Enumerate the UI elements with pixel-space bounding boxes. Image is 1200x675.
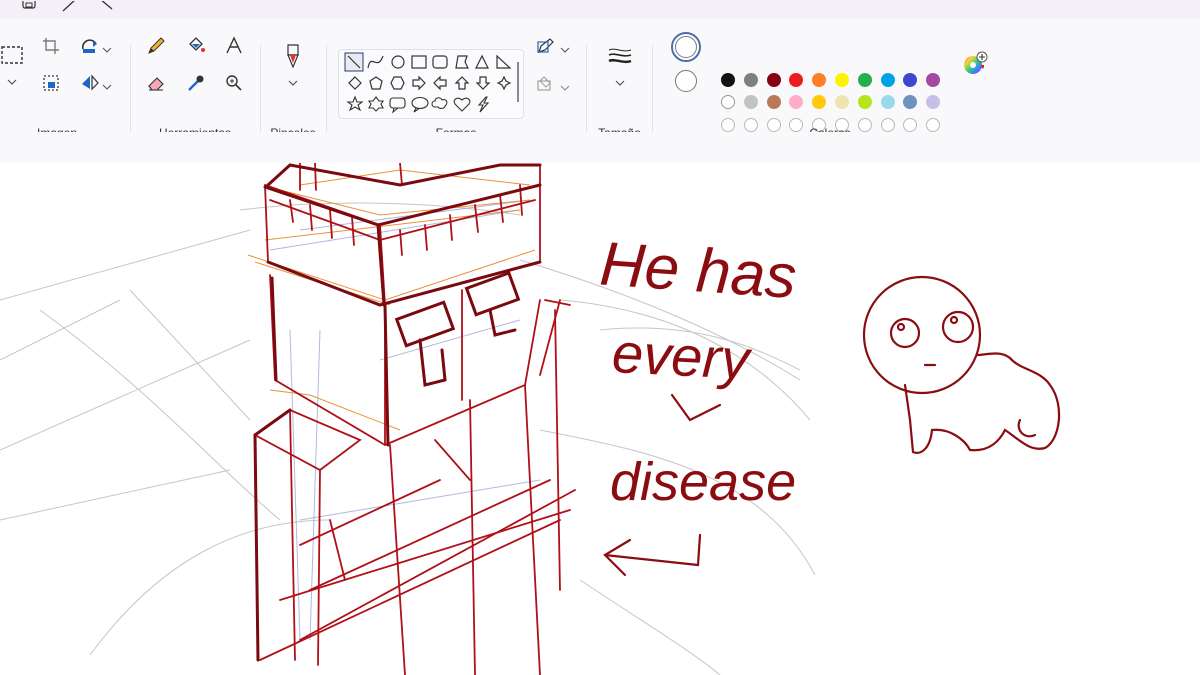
shape-right-arrow-icon[interactable]: [412, 75, 426, 91]
crop-icon[interactable]: [42, 37, 60, 55]
shape-rounded-callout-icon[interactable]: [389, 97, 406, 114]
sketch-blue-lines: [269, 199, 541, 641]
select-chevron-down-icon[interactable]: [6, 74, 18, 85]
eraser-icon[interactable]: [146, 73, 166, 93]
group-divider: [326, 45, 327, 145]
title-bar: [0, 0, 1200, 19]
color-swatch[interactable]: [721, 73, 735, 87]
color-swatch[interactable]: [743, 73, 758, 87]
size-icon[interactable]: [607, 47, 633, 67]
edit-colors-icon[interactable]: [962, 51, 988, 77]
color-swatch[interactable]: [835, 73, 849, 87]
color-swatch[interactable]: [766, 95, 781, 109]
shape-pentagon-icon[interactable]: [369, 76, 383, 90]
color-swatch[interactable]: [926, 73, 941, 87]
select-icon[interactable]: [0, 45, 26, 67]
rotate-icon[interactable]: [80, 37, 100, 55]
group-divider: [260, 45, 261, 145]
color-swatch[interactable]: [743, 95, 758, 109]
color-swatch[interactable]: [812, 73, 827, 87]
shape-diamond-icon[interactable]: [348, 76, 362, 90]
secondary-color-slot[interactable]: [675, 70, 697, 92]
shape-six-point-star-icon[interactable]: [367, 96, 385, 112]
shape-lightning-icon[interactable]: [477, 96, 490, 113]
handwriting-line-3: disease: [610, 452, 796, 512]
shape-cloud-callout-icon[interactable]: [431, 97, 448, 109]
handwritten-annotation: He has every disease: [598, 230, 799, 512]
shape-up-arrow-icon[interactable]: [454, 76, 470, 90]
drawing-canvas[interactable]: He has every disease: [0, 163, 1200, 675]
shape-hexagon-icon[interactable]: [390, 76, 405, 90]
color-swatch[interactable]: [835, 95, 849, 109]
custom-color-slot[interactable]: [721, 118, 735, 132]
shape-down-arrow-icon[interactable]: [475, 76, 491, 90]
shape-curve-icon[interactable]: [367, 55, 384, 69]
magnifier-icon[interactable]: [224, 73, 244, 93]
save-icon[interactable]: [18, 0, 40, 12]
shape-polygon-icon[interactable]: [455, 55, 469, 69]
size-chevron-down-icon[interactable]: [614, 75, 626, 86]
shape-rectangle-icon[interactable]: [411, 55, 427, 69]
color-swatch[interactable]: [857, 95, 872, 109]
brush-chevron-down-icon[interactable]: [287, 75, 299, 86]
custom-color-slot[interactable]: [743, 118, 758, 132]
shapes-scrollbar[interactable]: [517, 62, 519, 102]
handwriting-line-1: He has: [598, 230, 799, 313]
shape-triangle-icon[interactable]: [475, 54, 489, 69]
creeper-sketch: [253, 163, 576, 675]
flip-icon[interactable]: [80, 74, 100, 92]
shape-heart-icon[interactable]: [453, 97, 471, 112]
group-divider: [652, 45, 653, 145]
canvas-top-bar: [0, 132, 1200, 164]
resize-icon[interactable]: [42, 74, 60, 92]
color-swatch[interactable]: [789, 73, 804, 87]
outline-icon[interactable]: [536, 37, 556, 55]
color-swatch[interactable]: [903, 95, 918, 109]
color-swatch[interactable]: [880, 73, 895, 87]
shape-oval-icon[interactable]: [391, 55, 405, 69]
color-swatch[interactable]: [857, 73, 872, 87]
shape-left-arrow-icon[interactable]: [433, 75, 447, 91]
creature-doodle: [862, 275, 1061, 454]
custom-color-slot[interactable]: [880, 118, 895, 132]
shape-oval-callout-icon[interactable]: [411, 96, 429, 113]
color-swatch[interactable]: [766, 73, 781, 87]
handwriting-line-2: every: [611, 321, 754, 391]
brush-icon[interactable]: [282, 43, 304, 69]
fill-bucket-icon[interactable]: [186, 36, 206, 56]
primary-color-slot[interactable]: [671, 32, 701, 62]
canvas-drawing: He has every disease: [0, 163, 1061, 675]
shape-five-point-star-icon[interactable]: [346, 95, 364, 112]
shape-line-icon[interactable]: [344, 52, 364, 72]
shape-four-point-star-icon[interactable]: [496, 75, 512, 91]
primary-color-swatch: [675, 36, 697, 58]
color-swatch[interactable]: [880, 95, 895, 109]
color-picker-icon[interactable]: [186, 73, 206, 93]
color-swatch[interactable]: [721, 95, 735, 109]
color-swatch[interactable]: [789, 95, 804, 109]
pencil-icon[interactable]: [146, 36, 166, 56]
shapes-gallery: [338, 49, 524, 119]
group-divider: [130, 45, 131, 145]
text-icon[interactable]: [224, 36, 244, 56]
redo-icon[interactable]: [96, 0, 116, 12]
color-swatch[interactable]: [812, 95, 827, 109]
group-divider: [586, 45, 587, 145]
custom-color-slot[interactable]: [926, 118, 941, 132]
custom-color-slot[interactable]: [766, 118, 781, 132]
ribbon-toolbar: Imagen Herramientas Pinceles: [0, 19, 1200, 145]
flip-chevron-down-icon[interactable]: [102, 78, 112, 90]
color-swatch[interactable]: [926, 95, 941, 109]
outline-chevron-down-icon[interactable]: [560, 41, 570, 53]
shape-rounded-rectangle-icon[interactable]: [432, 55, 448, 69]
color-swatch[interactable]: [903, 73, 918, 87]
fill-chevron-down-icon[interactable]: [560, 79, 570, 91]
custom-color-slot[interactable]: [903, 118, 918, 132]
fill-icon[interactable]: [536, 75, 556, 93]
rotate-chevron-down-icon[interactable]: [102, 41, 112, 53]
shape-right-triangle-icon[interactable]: [496, 54, 512, 69]
undo-icon[interactable]: [60, 0, 80, 12]
